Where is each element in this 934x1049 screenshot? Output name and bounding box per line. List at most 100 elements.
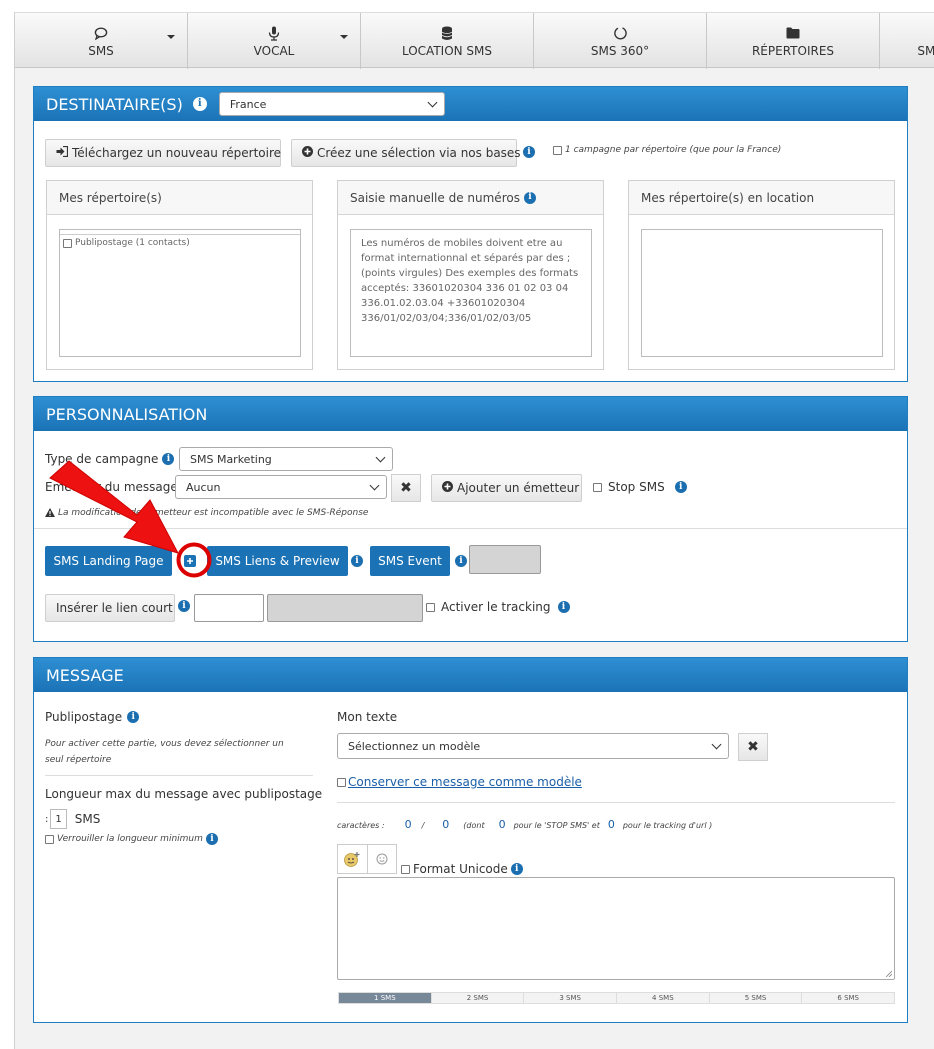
- info-icon[interactable]: i: [510, 863, 523, 875]
- add-sender-button[interactable]: Ajouter un émetteur: [431, 474, 582, 502]
- one-campaign-checkbox[interactable]: [553, 145, 562, 155]
- message-panel: MESSAGE Publipostage i Pour activer cett…: [33, 657, 908, 1023]
- my-repertoires-list[interactable]: Publipostage (1 contacts): [59, 229, 301, 357]
- rented-repertoires-title: Mes répertoire(s) en location: [629, 181, 894, 215]
- lock-min-option[interactable]: Verrouiller la longueur minimum i: [45, 833, 218, 845]
- personnalisation-header: PERSONNALISATION: [34, 397, 907, 431]
- caret-down-icon[interactable]: [167, 35, 175, 39]
- message-textarea[interactable]: [337, 877, 895, 980]
- create-selection-button[interactable]: Créez une sélection via nos bases: [291, 139, 521, 167]
- info-icon[interactable]: i: [674, 481, 687, 493]
- sms-event-button[interactable]: SMS Event: [370, 546, 450, 576]
- sender-warning: La modification de l'émetteur est incomp…: [45, 506, 368, 520]
- list-item[interactable]: Publipostage (1 contacts): [60, 235, 300, 251]
- sender-value: Aucun: [186, 480, 221, 494]
- info-icon[interactable]: i: [523, 191, 536, 204]
- model-select[interactable]: Sélectionnez un modèle: [337, 733, 729, 759]
- resize-handle-icon[interactable]: [885, 970, 892, 977]
- destinataires-panel: DESTINATAIRE(S) i France Téléchargez un …: [33, 86, 908, 382]
- stop-sms-checkbox[interactable]: [593, 482, 602, 492]
- tracking-checkbox[interactable]: [426, 602, 435, 612]
- chat-bubble-icon: [94, 24, 108, 42]
- destinataires-title: DESTINATAIRE(S): [46, 94, 183, 114]
- message-header: MESSAGE: [34, 658, 907, 692]
- stop-sms-option[interactable]: Stop SMS i: [593, 480, 687, 494]
- info-icon[interactable]: i: [192, 97, 207, 111]
- manual-numbers-placeholder: Les numéros de mobiles doivent etre au f…: [361, 238, 579, 324]
- sms-segment: 4 SMS: [617, 993, 710, 1003]
- info-icon[interactable]: i: [162, 453, 175, 465]
- clear-model-button[interactable]: ✖: [738, 733, 768, 761]
- chars-slash: /: [421, 821, 425, 830]
- publipostage-note: Pour activer cette partie, vous devez sé…: [45, 739, 284, 765]
- keep-model-link[interactable]: Conserver ce message comme modèle: [348, 775, 582, 789]
- lock-min-checkbox[interactable]: [45, 834, 54, 844]
- stop-count: 0: [498, 818, 506, 831]
- keep-model-checkbox[interactable]: [337, 777, 346, 787]
- max-length-input[interactable]: 1: [50, 809, 67, 829]
- info-icon[interactable]: i: [557, 601, 570, 613]
- nav-location-sms-label: LOCATION SMS: [401, 44, 493, 58]
- sms-landing-page-label: SMS Landing Page: [53, 554, 164, 568]
- char-counter: caractères : 0 / 0 (dont 0 pour le 'STOP…: [337, 818, 712, 831]
- create-selection-label: Créez une sélection via nos bases: [317, 146, 521, 160]
- publipostage-label: Publipostage: [45, 710, 123, 724]
- manual-entry-panel: Saisie manuelle de numéros i Les numéros…: [337, 180, 604, 370]
- unicode-option[interactable]: Format Unicode i: [401, 862, 523, 876]
- sms-event-field[interactable]: [469, 545, 541, 574]
- nav-vocal[interactable]: VOCAL: [188, 13, 361, 69]
- caret-down-icon[interactable]: [340, 35, 348, 39]
- tracking-count: 0: [607, 818, 615, 831]
- info-icon[interactable]: i: [351, 555, 363, 567]
- keep-model-option[interactable]: Conserver ce message comme modèle: [337, 775, 582, 789]
- country-select-value: France: [229, 97, 267, 111]
- campaign-type-select[interactable]: SMS Marketing: [179, 447, 393, 471]
- info-icon[interactable]: i: [523, 146, 535, 158]
- info-icon[interactable]: i: [178, 600, 190, 612]
- nav-repertoires[interactable]: RÉPERTOIRES: [707, 13, 880, 69]
- sender-select[interactable]: Aucun: [175, 475, 387, 499]
- smiley-icon[interactable]: [368, 845, 397, 873]
- sign-in-icon: [56, 145, 69, 160]
- repertoire-checkbox[interactable]: [63, 238, 72, 248]
- insert-short-link-button[interactable]: Insérer le lien court: [45, 594, 175, 622]
- upload-repertoire-button[interactable]: Téléchargez un nouveau répertoire: [45, 139, 281, 167]
- clear-sender-button[interactable]: ✖: [391, 474, 421, 502]
- info-icon[interactable]: i: [205, 833, 218, 845]
- plus-square-icon[interactable]: [184, 555, 196, 567]
- short-link-input[interactable]: [194, 594, 264, 622]
- emoji-add-icon[interactable]: [338, 845, 368, 873]
- nav-vocal-label: VOCAL: [253, 44, 295, 58]
- one-campaign-option[interactable]: 1 campagne par répertoire (que pour la F…: [553, 145, 781, 155]
- nav-location-sms[interactable]: LOCATION SMS: [361, 13, 534, 69]
- close-icon: ✖: [747, 739, 759, 755]
- max-length-label: Longueur max du message avec publipostag…: [45, 787, 323, 801]
- folder-icon: [786, 24, 800, 42]
- nav-sms-extra[interactable]: SMS: [880, 13, 934, 69]
- unicode-label: Format Unicode: [413, 862, 508, 876]
- nav-sms[interactable]: SMS: [15, 13, 188, 69]
- sms-landing-page-button[interactable]: SMS Landing Page: [45, 546, 172, 576]
- publipostage-label-wrap: Publipostage i: [45, 710, 140, 724]
- repertoire-item-label: Publipostage (1 contacts): [75, 238, 190, 248]
- tracking-url-label: pour le tracking d'url ): [622, 821, 713, 830]
- unicode-checkbox[interactable]: [401, 864, 410, 874]
- divider: [45, 775, 313, 776]
- chars-label: caractères :: [337, 821, 385, 830]
- chevron-down-icon: [711, 739, 722, 749]
- info-icon[interactable]: i: [127, 711, 140, 723]
- sms-links-preview-button[interactable]: SMS Liens & Preview: [207, 546, 348, 576]
- top-nav: SMS VOCAL LOCATION SMS SMS 360° RÉPERTOI…: [15, 12, 934, 69]
- info-icon[interactable]: i: [455, 555, 467, 567]
- sms-segment: 2 SMS: [431, 993, 525, 1003]
- rented-repertoires-list[interactable]: [641, 229, 883, 357]
- insert-short-link-label: Insérer le lien court: [56, 601, 173, 615]
- short-link-output[interactable]: [267, 594, 423, 622]
- destinataires-header: DESTINATAIRE(S) i France: [34, 87, 907, 121]
- manual-numbers-textarea[interactable]: Les numéros de mobiles doivent etre au f…: [350, 229, 592, 357]
- country-select[interactable]: France: [218, 92, 445, 116]
- nav-sms-360[interactable]: SMS 360°: [534, 13, 707, 69]
- tracking-option[interactable]: Activer le tracking i: [426, 600, 570, 614]
- circle-refresh-icon: [613, 24, 628, 42]
- sms-segment: 3 SMS: [524, 993, 618, 1003]
